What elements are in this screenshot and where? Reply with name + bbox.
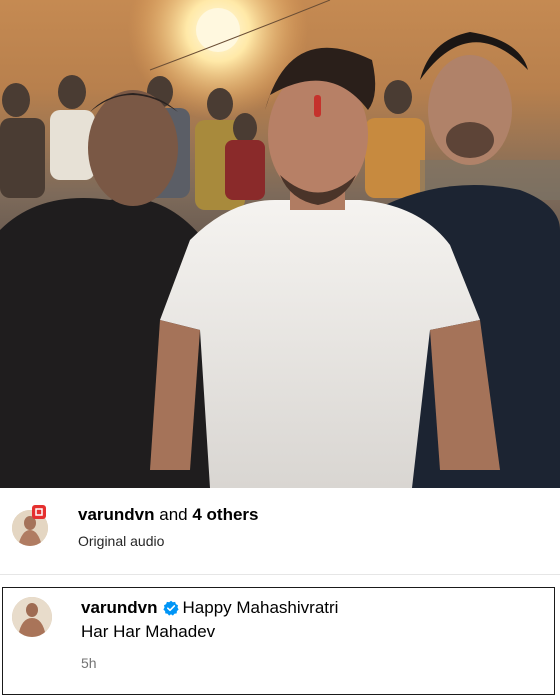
- video-frame[interactable]: [0, 0, 560, 488]
- collab-badge-icon: [32, 505, 46, 519]
- comment-timestamp[interactable]: 5h: [81, 655, 97, 671]
- original-audio-link[interactable]: Original audio: [78, 532, 164, 550]
- comment-avatar[interactable]: [12, 597, 52, 637]
- comment-text-line1: Happy Mahashivratri: [182, 598, 339, 617]
- attribution-title[interactable]: varundvn and 4 others: [78, 505, 259, 525]
- comment-username[interactable]: varundvn: [81, 598, 158, 618]
- video-scene: [0, 0, 560, 488]
- divider: [0, 574, 560, 575]
- verified-badge-icon: [162, 600, 179, 616]
- attribution-username[interactable]: varundvn: [78, 505, 155, 524]
- sun: [196, 8, 240, 52]
- comment-text-line2: Har Har Mahadev: [81, 622, 216, 641]
- caption-comment: varundvn Happy Mahashivratri Har Har Mah…: [2, 587, 555, 695]
- attribution-connector: and: [159, 505, 188, 524]
- attribution-others[interactable]: 4 others: [192, 505, 258, 524]
- audio-attribution: [0, 488, 560, 574]
- comment-header: varundvn Happy Mahashivratri: [81, 598, 338, 618]
